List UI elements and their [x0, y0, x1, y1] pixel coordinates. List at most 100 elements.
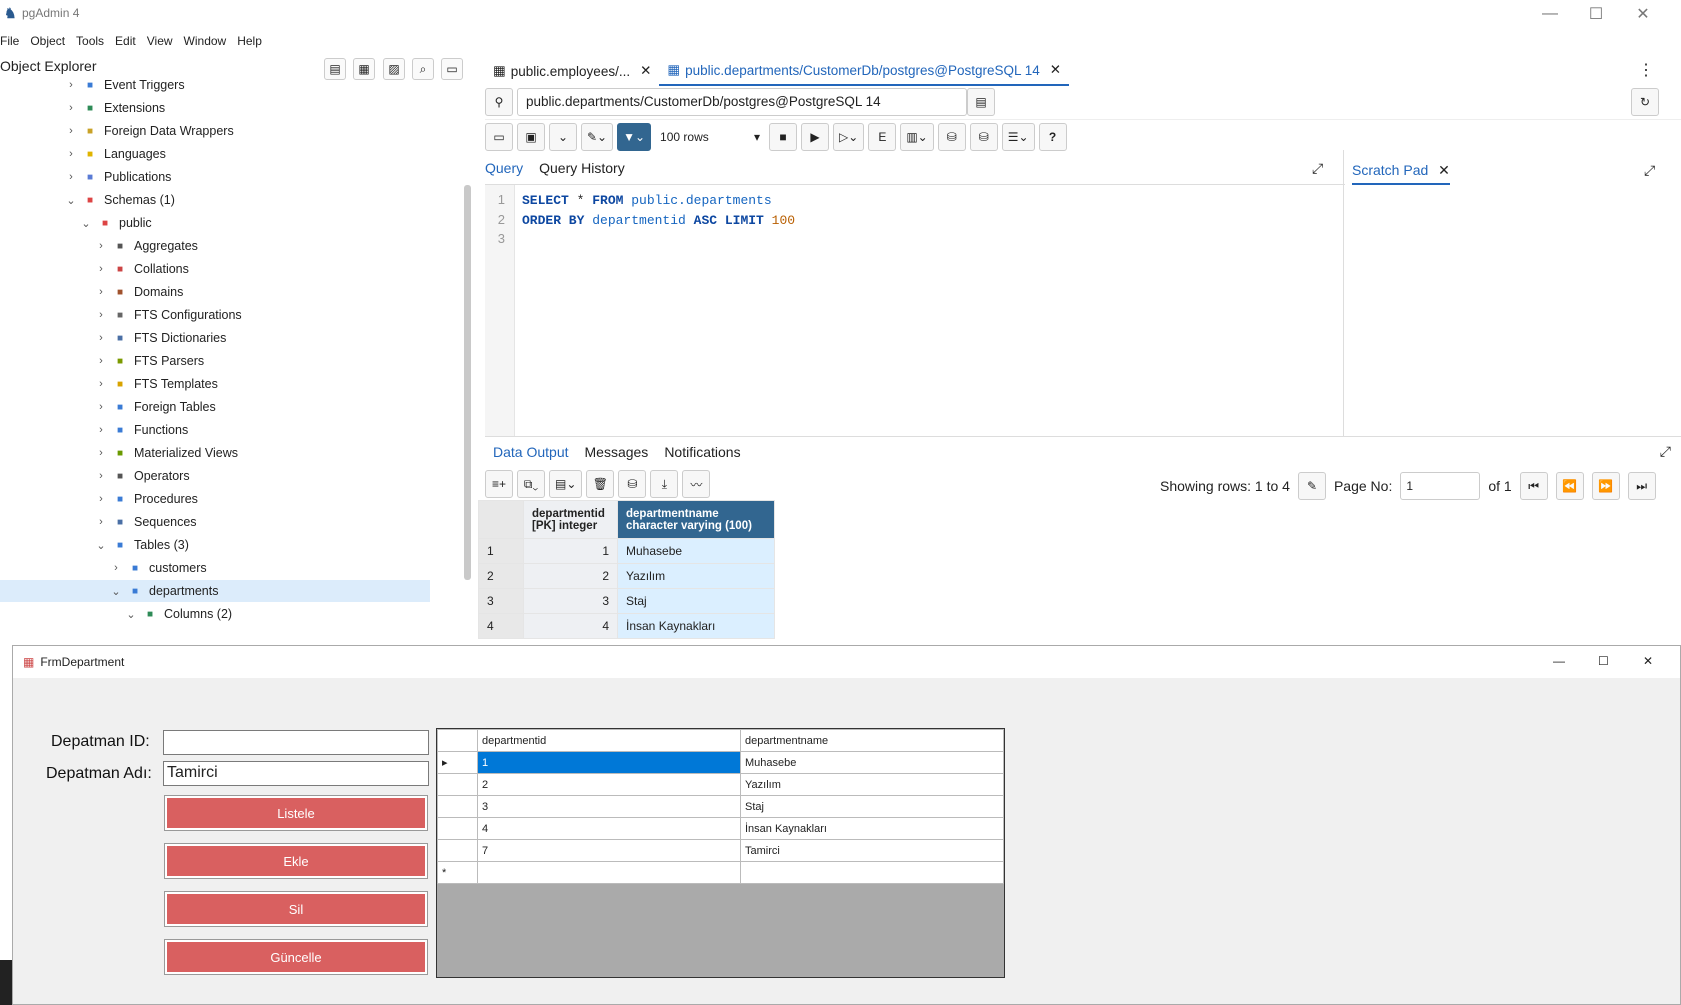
menu-help[interactable]: Help — [237, 30, 268, 52]
tab-query-history[interactable]: Query History — [539, 160, 625, 184]
chevron-right-icon[interactable]: › — [94, 470, 108, 482]
update-button[interactable]: Güncelle — [164, 939, 428, 975]
copy-icon[interactable]: ⧉⌄ — [517, 470, 545, 498]
tree-item[interactable]: › ■ Procedures — [0, 488, 198, 510]
chevron-right-icon[interactable]: › — [64, 125, 78, 137]
dgv-row[interactable]: 3 Staj — [437, 795, 1004, 818]
close-icon[interactable]: ✕ — [640, 63, 651, 79]
close-icon[interactable]: ✕ — [1620, 0, 1666, 28]
more-options-icon[interactable]: ⋮ — [1638, 60, 1654, 80]
chevron-down-icon[interactable]: ⌄ — [94, 539, 108, 552]
explain-icon[interactable]: E — [868, 123, 897, 151]
row-header[interactable] — [437, 839, 478, 862]
dgv-row[interactable]: 2 Yazılım — [437, 773, 1004, 796]
tab-scratch-pad[interactable]: Scratch Pad ✕ — [1352, 162, 1450, 185]
chevron-right-icon[interactable]: › — [109, 562, 123, 574]
tree-item[interactable]: › ■ Foreign Data Wrappers — [0, 120, 234, 142]
tree-item[interactable]: › ■ FTS Templates — [0, 373, 218, 395]
help-icon[interactable]: ? — [1038, 123, 1067, 151]
tree-item[interactable]: ⌄ ■ Columns (2) — [0, 603, 232, 625]
chevron-right-icon[interactable]: › — [64, 80, 78, 91]
add-row-icon[interactable]: ≡+ — [485, 470, 513, 498]
tree-item[interactable]: › ■ customers — [0, 557, 207, 579]
menu-object[interactable]: Object — [30, 30, 71, 52]
stop-icon[interactable]: ■ — [769, 123, 798, 151]
table-row[interactable]: 4 4 İnsan Kaynakları — [478, 613, 775, 639]
tree-item[interactable]: › ■ Operators — [0, 465, 189, 487]
department-name-input[interactable]: Tamirci — [163, 761, 429, 786]
tree-item[interactable]: › ■ Languages — [0, 143, 166, 165]
dgv-row[interactable]: 4 İnsan Kaynakları — [437, 817, 1004, 840]
chevron-right-icon[interactable]: › — [94, 286, 108, 298]
menu-window[interactable]: Window — [184, 30, 233, 52]
tree-item[interactable]: › ■ FTS Dictionaries — [0, 327, 226, 349]
prev-page-icon[interactable]: ⏪ — [1555, 472, 1584, 500]
dgv-cell[interactable]: 2 — [477, 773, 741, 796]
table-cell[interactable]: 4 — [478, 613, 524, 639]
tree-scrollbar[interactable] — [464, 185, 471, 580]
refresh-icon[interactable]: ↻ — [1631, 88, 1659, 116]
explain-analyze-icon[interactable]: ▥⌄ — [900, 123, 934, 151]
table-cell[interactable]: 3 — [523, 588, 618, 614]
tree-item[interactable]: › ■ Sequences — [0, 511, 196, 533]
dgv-cell[interactable]: Yazılım — [740, 773, 1004, 796]
minimize-icon[interactable]: — — [1527, 0, 1573, 28]
chevron-right-icon[interactable]: › — [94, 263, 108, 275]
first-page-icon[interactable]: ⏮ — [1519, 472, 1548, 500]
edit-icon[interactable]: ✎⌄ — [581, 123, 614, 151]
table-cell[interactable]: 2 — [523, 563, 618, 589]
rollback-icon[interactable]: ⛁ — [969, 123, 998, 151]
chevron-down-icon[interactable]: ⌄ — [64, 194, 78, 207]
tab-departments[interactable]: ▦ public.departments/CustomerDb/postgres@… — [659, 56, 1070, 86]
chevron-right-icon[interactable]: › — [94, 355, 108, 367]
dgv-new-row[interactable]: * — [437, 861, 1004, 884]
menu-view[interactable]: View — [147, 30, 179, 52]
scratch-pad[interactable]: Scratch Pad ✕ ⤢ — [1343, 150, 1681, 436]
close-icon[interactable]: ✕ — [1050, 62, 1061, 78]
tree-item[interactable]: › ■ Foreign Tables — [0, 396, 216, 418]
dgv-cell[interactable] — [477, 861, 741, 884]
menu-file[interactable]: File — [0, 30, 25, 52]
graph-icon[interactable]: 〰 — [682, 470, 711, 498]
search-icon[interactable]: ⌕ — [412, 58, 434, 80]
dgv-cell[interactable]: Tamirci — [740, 839, 1004, 862]
connection-status-icon[interactable]: ⚲ — [485, 88, 513, 116]
dgv-cell[interactable]: Staj — [740, 795, 1004, 818]
execute-options-icon[interactable]: ▷⌄ — [833, 123, 865, 151]
dgv-cell[interactable]: 1 — [477, 751, 741, 774]
row-header[interactable] — [437, 817, 478, 840]
delete-button[interactable]: Sil — [164, 891, 428, 927]
table-cell[interactable]: 2 — [478, 563, 524, 589]
row-header[interactable] — [437, 795, 478, 818]
expand-icon[interactable]: ⤢ — [1312, 160, 1323, 177]
dgv-row[interactable]: 7 Tamirci — [437, 839, 1004, 862]
chevron-down-icon[interactable]: ⌄ — [109, 585, 123, 598]
chevron-right-icon[interactable]: › — [94, 378, 108, 390]
close-icon[interactable]: ✕ — [1438, 162, 1450, 178]
chevron-down-icon[interactable]: ⌄ — [79, 217, 93, 230]
dgv-row[interactable]: ▸ 1 Muhasebe — [437, 751, 1004, 774]
chevron-down-icon[interactable]: ⌄ — [549, 123, 577, 151]
tree-item[interactable]: › ■ Functions — [0, 419, 188, 441]
tree-item[interactable]: › ■ FTS Configurations — [0, 304, 242, 326]
tree-item[interactable]: › ■ Domains — [0, 281, 183, 303]
filter-icon[interactable]: ▼⌄ — [617, 123, 652, 151]
maximize-icon[interactable]: ☐ — [1598, 654, 1609, 668]
chevron-right-icon[interactable]: › — [64, 148, 78, 160]
chevron-down-icon[interactable]: ⌄ — [124, 608, 138, 621]
connection-selector[interactable]: public.departments/CustomerDb/postgres@P… — [517, 88, 967, 116]
chevron-right-icon[interactable]: › — [94, 424, 108, 436]
rows-limit-select[interactable]: 100 rows ▾ — [655, 123, 766, 151]
execute-icon[interactable]: ▶ — [801, 123, 830, 151]
table-cell[interactable]: 4 — [523, 613, 618, 639]
department-id-input[interactable] — [163, 730, 429, 755]
tree-item[interactable]: › ■ Collations — [0, 258, 189, 280]
sql-editor[interactable]: SELECT * FROM public.departments ORDER B… — [485, 184, 1345, 436]
chevron-right-icon[interactable]: › — [94, 447, 108, 459]
table-cell[interactable]: Muhasebe — [617, 538, 775, 564]
expand-icon[interactable]: ⤢ — [1660, 443, 1671, 460]
save-icon[interactable]: ▣ — [517, 123, 545, 151]
dgv-header-departmentid[interactable]: departmentid — [477, 729, 741, 752]
database-icon[interactable]: ▤ — [967, 88, 995, 116]
list-button[interactable]: Listele — [164, 795, 428, 831]
